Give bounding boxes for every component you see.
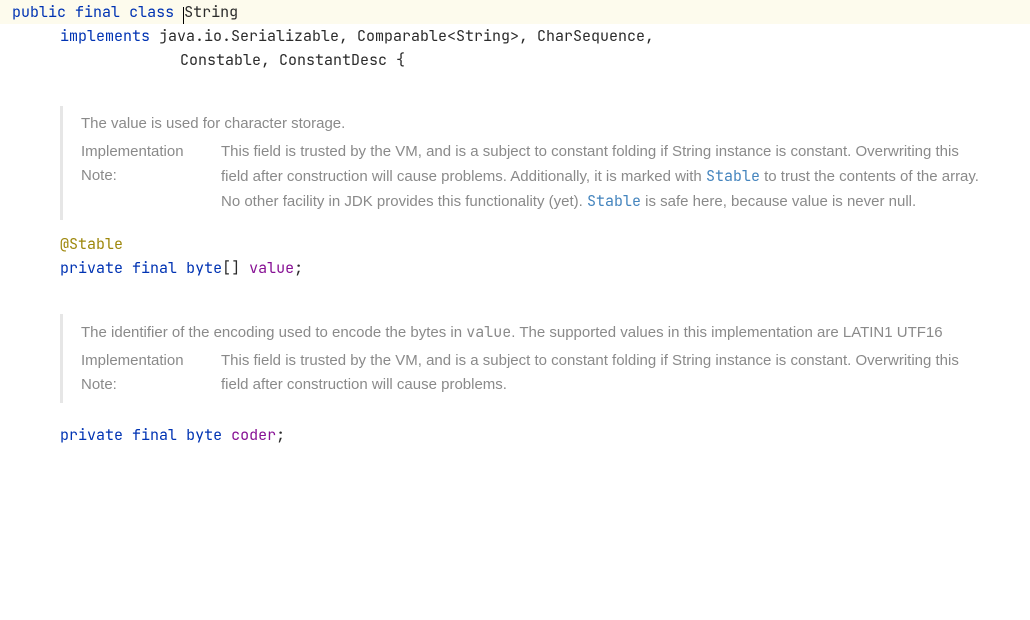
field-name-coder: coder bbox=[231, 425, 276, 445]
javadoc-block-value: The value is used for character storage.… bbox=[60, 106, 980, 220]
class-name: String bbox=[184, 2, 238, 22]
javadoc-summary: The identifier of the encoding used to e… bbox=[81, 320, 980, 345]
javadoc-impl-note-body: This field is trusted by the VM, and is … bbox=[221, 140, 980, 214]
keyword-final: final bbox=[132, 258, 177, 278]
code-editor[interactable]: public final class String implements jav… bbox=[0, 0, 1030, 447]
javadoc-impl-note-label: Implementation Note: bbox=[81, 140, 221, 188]
keyword-final: final bbox=[75, 2, 120, 22]
keyword-private: private bbox=[60, 258, 123, 278]
keyword-implements: implements bbox=[60, 26, 150, 46]
code-line-1[interactable]: public final class String bbox=[0, 0, 1030, 24]
semicolon: ; bbox=[276, 425, 285, 445]
implements-list-1: java.io.Serializable, Comparable<String>… bbox=[150, 26, 654, 46]
javadoc-impl-note-body: This field is trusted by the VM, and is … bbox=[221, 349, 980, 397]
text-caret bbox=[183, 7, 184, 24]
code-line-2[interactable]: implements java.io.Serializable, Compara… bbox=[0, 24, 1030, 48]
javadoc-block-coder: The identifier of the encoding used to e… bbox=[60, 314, 980, 403]
keyword-final: final bbox=[132, 425, 177, 445]
implements-list-2: Constable, ConstantDesc { bbox=[180, 50, 405, 70]
type-byte: byte bbox=[186, 258, 222, 278]
brackets: [] bbox=[222, 258, 240, 278]
keyword-class: class bbox=[129, 2, 174, 22]
code-line-field-value[interactable]: private final byte[] value; bbox=[0, 256, 1030, 280]
javadoc-link-stable[interactable]: Stable bbox=[587, 191, 641, 211]
keyword-public: public bbox=[12, 2, 66, 22]
annotation-stable: @Stable bbox=[60, 234, 123, 254]
javadoc-link-stable[interactable]: Stable bbox=[706, 166, 760, 186]
javadoc-summary: The value is used for character storage. bbox=[81, 112, 980, 136]
keyword-private: private bbox=[60, 425, 123, 445]
javadoc-impl-note-label: Implementation Note: bbox=[81, 349, 221, 397]
field-name-value: value bbox=[249, 258, 294, 278]
code-line-3[interactable]: Constable, ConstantDesc { bbox=[0, 48, 1030, 72]
code-line-field-coder[interactable]: private final byte coder; bbox=[0, 423, 1030, 447]
javadoc-code-value: value bbox=[466, 322, 511, 342]
type-byte: byte bbox=[186, 425, 222, 445]
semicolon: ; bbox=[294, 258, 303, 278]
javadoc-impl-note-row: Implementation Note: This field is trust… bbox=[81, 140, 980, 214]
code-line-annotation[interactable]: @Stable bbox=[0, 232, 1030, 256]
javadoc-impl-note-row: Implementation Note: This field is trust… bbox=[81, 349, 980, 397]
